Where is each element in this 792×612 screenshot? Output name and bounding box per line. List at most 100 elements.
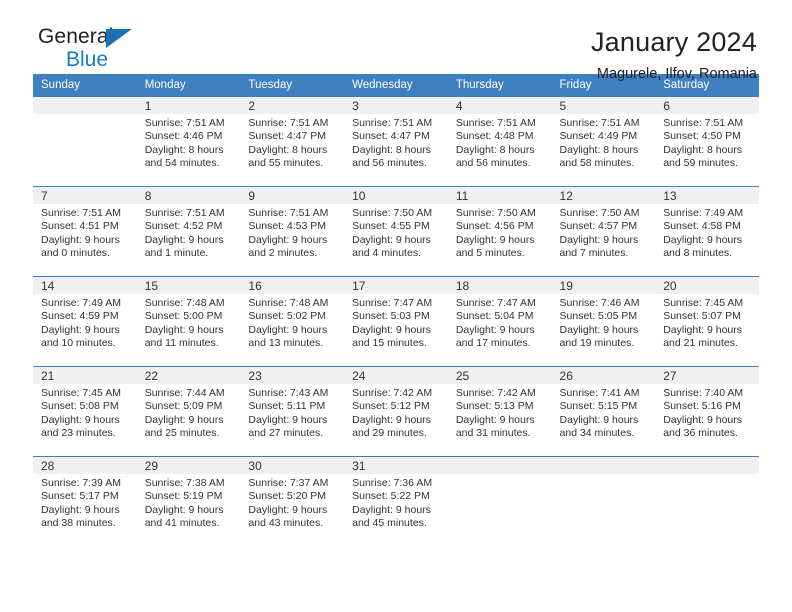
calendar-day-cell-empty: [655, 456, 759, 546]
day-details: Sunrise: 7:51 AM Sunset: 4:47 PM Daylight:…: [240, 114, 344, 170]
sunrise-text: Sunrise: 7:46 AM: [559, 297, 640, 309]
sunset-text: Sunset: 4:56 PM: [455, 220, 534, 233]
sunset-text: Sunset: 5:07 PM: [663, 310, 741, 323]
day-details: Sunrise: 7:50 AM Sunset: 4:55 PM Daylight:…: [344, 204, 448, 260]
daylight-text: Daylight: 9 hours and 23 minutes.: [41, 413, 120, 439]
calendar-day-cell[interactable]: 28 Sunrise: 7:39 AM Sunset: 5:17 PM Dayligh…: [33, 456, 137, 546]
sunset-text: Sunset: 5:22 PM: [352, 490, 430, 503]
page-header: General Blue January 2024 Magurele, Ilfo…: [33, 0, 759, 83]
sunset-text: Sunset: 5:03 PM: [352, 310, 430, 323]
calendar-day-cell[interactable]: 11 Sunrise: 7:50 AM Sunset: 4:56 PM Dayligh…: [447, 186, 552, 276]
brand-logo[interactable]: General Blue: [33, 26, 183, 82]
day-number: 10: [344, 187, 448, 204]
day-details: Sunrise: 7:39 AM Sunset: 5:17 PM Daylight:…: [33, 474, 137, 530]
day-number: 24: [344, 367, 448, 384]
calendar-day-cell[interactable]: 24 Sunrise: 7:42 AM Sunset: 5:12 PM Dayligh…: [344, 366, 448, 456]
day-number: 5: [551, 97, 656, 114]
daylight-text: Daylight: 8 hours and 59 minutes.: [663, 143, 743, 169]
calendar-day-cell[interactable]: 19 Sunrise: 7:46 AM Sunset: 5:05 PM Dayligh…: [551, 276, 656, 366]
day-number: 1: [136, 97, 241, 114]
calendar-day-cell[interactable]: 14 Sunrise: 7:49 AM Sunset: 4:59 PM Dayligh…: [33, 276, 137, 366]
sunrise-text: Sunrise: 7:43 AM: [248, 387, 329, 399]
weekday-header-tuesday: Tuesday: [240, 74, 345, 96]
day-number: 7: [33, 187, 137, 204]
day-number: 14: [33, 277, 137, 294]
calendar-day-cell[interactable]: 25 Sunrise: 7:42 AM Sunset: 5:13 PM Dayligh…: [447, 366, 552, 456]
day-details: Sunrise: 7:51 AM Sunset: 4:46 PM Daylight:…: [137, 114, 241, 170]
day-details: Sunrise: 7:50 AM Sunset: 4:57 PM Daylight:…: [552, 204, 656, 260]
daylight-text: Daylight: 9 hours and 31 minutes.: [455, 413, 535, 439]
day-number: 17: [344, 277, 448, 294]
sunrise-text: Sunrise: 7:41 AM: [559, 387, 640, 399]
day-details: Sunrise: 7:49 AM Sunset: 4:58 PM Daylight:…: [655, 204, 759, 260]
sunset-text: Sunset: 5:11 PM: [248, 400, 326, 413]
calendar-day-cell[interactable]: 5 Sunrise: 7:51 AM Sunset: 4:49 PM Daylight…: [551, 96, 656, 186]
calendar-day-cell[interactable]: 10 Sunrise: 7:50 AM Sunset: 4:55 PM Dayligh…: [344, 186, 448, 276]
calendar-day-cell-empty: [33, 96, 137, 186]
calendar-day-cell[interactable]: 4 Sunrise: 7:51 AM Sunset: 4:48 PM Daylight…: [447, 96, 552, 186]
daylight-text: Daylight: 9 hours and 25 minutes.: [144, 413, 224, 439]
day-details: Sunrise: 7:51 AM Sunset: 4:51 PM Daylight:…: [33, 204, 137, 260]
sunrise-text: Sunrise: 7:49 AM: [41, 297, 121, 309]
calendar-day-cell[interactable]: 21 Sunrise: 7:45 AM Sunset: 5:08 PM Dayligh…: [33, 366, 137, 456]
daylight-text: Daylight: 9 hours and 17 minutes.: [455, 323, 535, 349]
calendar-day-cell[interactable]: 16 Sunrise: 7:48 AM Sunset: 5:02 PM Dayligh…: [240, 276, 345, 366]
sunrise-text: Sunrise: 7:40 AM: [663, 387, 744, 399]
day-number: 29: [136, 457, 241, 474]
calendar-day-cell[interactable]: 12 Sunrise: 7:50 AM Sunset: 4:57 PM Dayligh…: [551, 186, 656, 276]
sunrise-text: Sunrise: 7:42 AM: [352, 387, 433, 399]
calendar-week-row: 28 Sunrise: 7:39 AM Sunset: 5:17 PM Dayligh…: [33, 456, 759, 546]
calendar-day-cell[interactable]: 26 Sunrise: 7:41 AM Sunset: 5:15 PM Dayligh…: [551, 366, 656, 456]
calendar-day-cell[interactable]: 9 Sunrise: 7:51 AM Sunset: 4:53 PM Daylight…: [240, 186, 345, 276]
daylight-text: Daylight: 9 hours and 13 minutes.: [248, 323, 328, 349]
sunrise-text: Sunrise: 7:50 AM: [352, 207, 433, 219]
calendar-day-cell[interactable]: 29 Sunrise: 7:38 AM Sunset: 5:19 PM Dayligh…: [136, 456, 241, 546]
daylight-text: Daylight: 8 hours and 56 minutes.: [352, 143, 431, 169]
sunset-text: Sunset: 5:19 PM: [144, 490, 223, 503]
day-number: 28: [33, 457, 137, 474]
sunset-text: Sunset: 4:57 PM: [559, 220, 638, 233]
sunset-text: Sunset: 5:05 PM: [559, 310, 638, 323]
daylight-text: Daylight: 9 hours and 15 minutes.: [352, 323, 431, 349]
day-details: Sunrise: 7:51 AM Sunset: 4:52 PM Daylight:…: [137, 204, 241, 260]
sunrise-text: Sunrise: 7:47 AM: [352, 297, 433, 309]
calendar-day-cell[interactable]: 13 Sunrise: 7:49 AM Sunset: 4:58 PM Dayligh…: [655, 186, 759, 276]
daylight-text: Daylight: 8 hours and 58 minutes.: [559, 143, 639, 169]
calendar-day-cell[interactable]: 8 Sunrise: 7:51 AM Sunset: 4:52 PM Daylight…: [136, 186, 241, 276]
calendar-day-cell[interactable]: 3 Sunrise: 7:51 AM Sunset: 4:47 PM Daylight…: [344, 96, 448, 186]
calendar-day-cell[interactable]: 2 Sunrise: 7:51 AM Sunset: 4:47 PM Daylight…: [240, 96, 345, 186]
calendar-day-cell-empty: [551, 456, 656, 546]
day-details: Sunrise: 7:50 AM Sunset: 4:56 PM Daylight:…: [448, 204, 552, 260]
calendar-day-cell[interactable]: 15 Sunrise: 7:48 AM Sunset: 5:00 PM Dayligh…: [136, 276, 241, 366]
calendar-day-cell[interactable]: 22 Sunrise: 7:44 AM Sunset: 5:09 PM Dayligh…: [136, 366, 241, 456]
sunrise-text: Sunrise: 7:49 AM: [663, 207, 744, 219]
calendar-day-cell[interactable]: 27 Sunrise: 7:40 AM Sunset: 5:16 PM Dayligh…: [655, 366, 759, 456]
sunrise-text: Sunrise: 7:39 AM: [41, 477, 121, 489]
sunrise-text: Sunrise: 7:42 AM: [455, 387, 536, 399]
calendar-day-cell[interactable]: 18 Sunrise: 7:47 AM Sunset: 5:04 PM Dayligh…: [447, 276, 552, 366]
day-details: Sunrise: 7:38 AM Sunset: 5:19 PM Daylight:…: [137, 474, 241, 530]
day-number: 19: [551, 277, 656, 294]
calendar-day-cell[interactable]: 6 Sunrise: 7:51 AM Sunset: 4:50 PM Daylight…: [655, 96, 759, 186]
sunset-text: Sunset: 5:08 PM: [41, 400, 119, 413]
daylight-text: Daylight: 9 hours and 4 minutes.: [352, 233, 431, 259]
day-number: [447, 457, 552, 474]
day-details: Sunrise: 7:51 AM Sunset: 4:49 PM Daylight:…: [552, 114, 656, 170]
calendar-day-cell[interactable]: 1 Sunrise: 7:51 AM Sunset: 4:46 PM Daylight…: [136, 96, 241, 186]
calendar-day-cell[interactable]: 31 Sunrise: 7:36 AM Sunset: 5:22 PM Dayligh…: [344, 456, 448, 546]
day-details: Sunrise: 7:49 AM Sunset: 4:59 PM Daylight:…: [33, 294, 137, 350]
sunrise-text: Sunrise: 7:51 AM: [559, 117, 640, 129]
daylight-text: Daylight: 9 hours and 7 minutes.: [559, 233, 639, 259]
day-details: Sunrise: 7:47 AM Sunset: 5:03 PM Daylight:…: [344, 294, 448, 350]
calendar-day-cell[interactable]: 30 Sunrise: 7:37 AM Sunset: 5:20 PM Dayligh…: [240, 456, 345, 546]
sunset-text: Sunset: 4:46 PM: [144, 130, 223, 143]
sunrise-text: Sunrise: 7:47 AM: [455, 297, 536, 309]
calendar-day-cell[interactable]: 7 Sunrise: 7:51 AM Sunset: 4:51 PM Daylight…: [33, 186, 137, 276]
day-details: Sunrise: 7:44 AM Sunset: 5:09 PM Daylight:…: [137, 384, 241, 440]
calendar-day-cell[interactable]: 23 Sunrise: 7:43 AM Sunset: 5:11 PM Dayligh…: [240, 366, 345, 456]
sunrise-text: Sunrise: 7:51 AM: [41, 207, 121, 219]
calendar-day-cell[interactable]: 17 Sunrise: 7:47 AM Sunset: 5:03 PM Dayligh…: [344, 276, 448, 366]
day-details: Sunrise: 7:51 AM Sunset: 4:53 PM Daylight:…: [240, 204, 344, 260]
calendar-day-cell[interactable]: 20 Sunrise: 7:45 AM Sunset: 5:07 PM Dayligh…: [655, 276, 759, 366]
sunrise-text: Sunrise: 7:51 AM: [352, 117, 433, 129]
